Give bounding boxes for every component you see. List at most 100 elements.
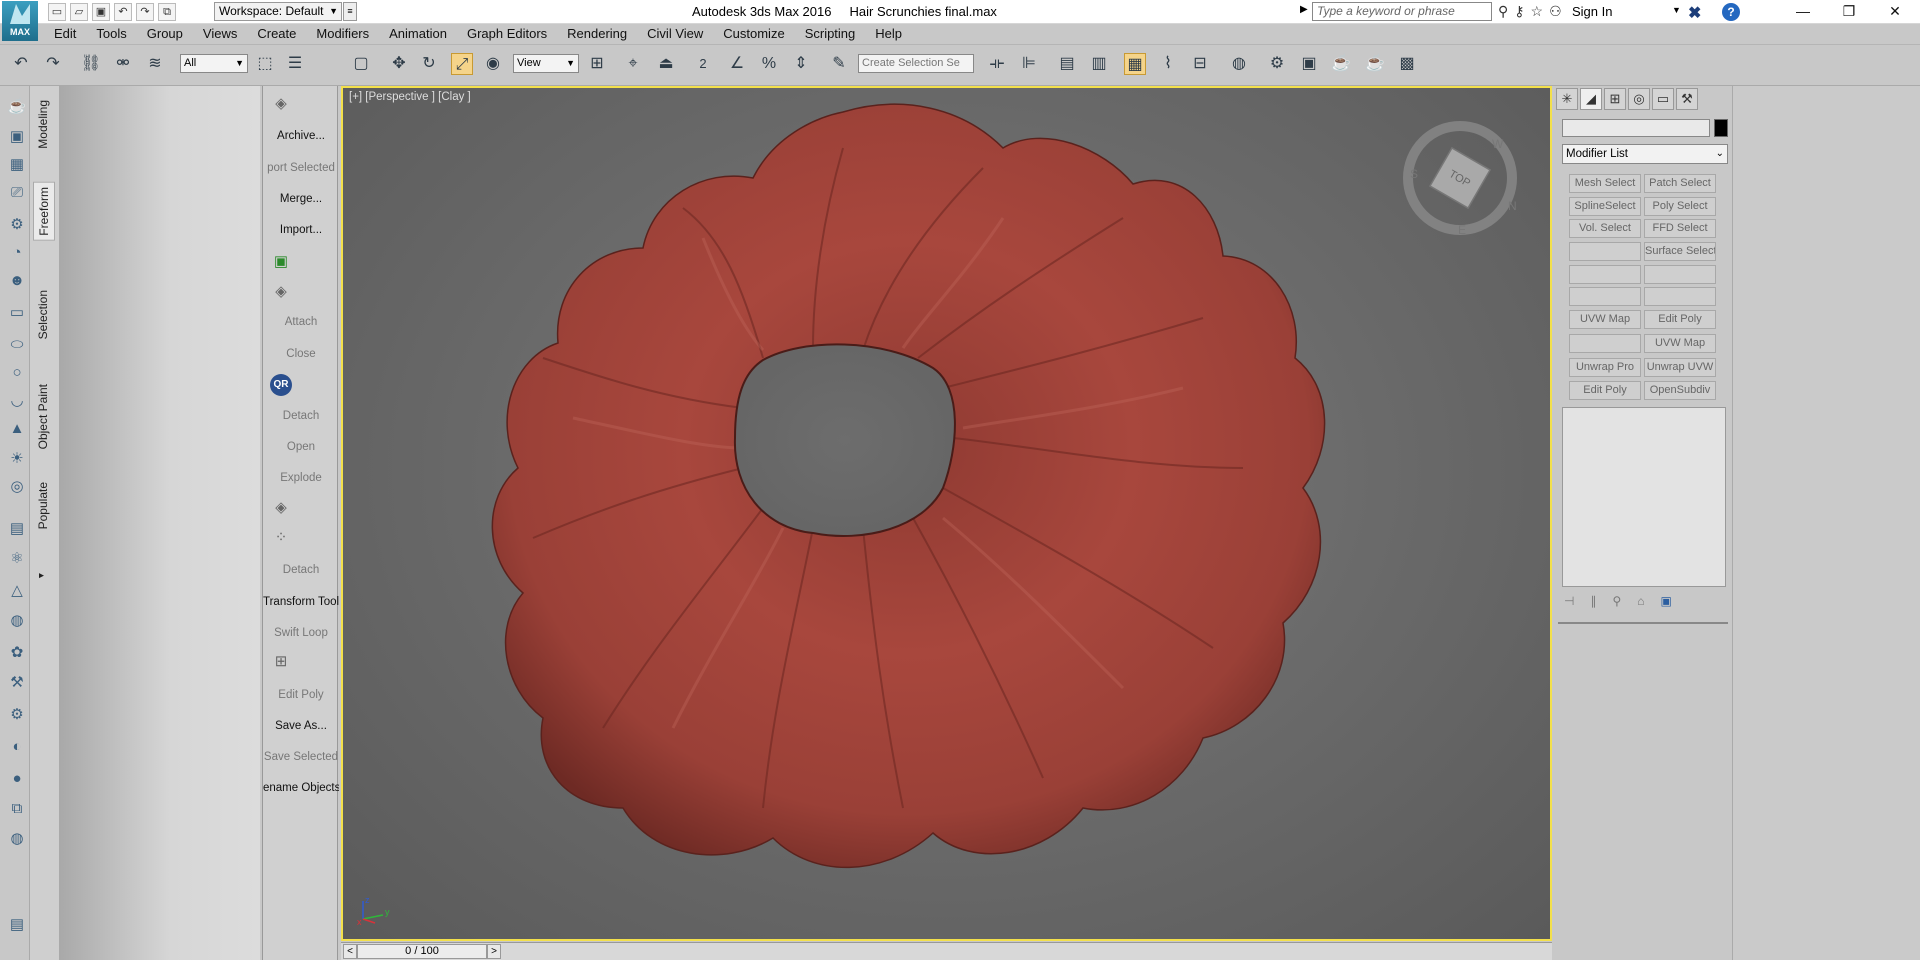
ffd-select-button[interactable]: FFD Select [1644, 219, 1716, 238]
empty-modifier-button[interactable] [1569, 242, 1641, 261]
close-button[interactable]: Close [263, 348, 339, 360]
attach-button[interactable]: Attach [263, 316, 339, 328]
undo-icon[interactable]: ↶ [114, 3, 132, 21]
pyramid-icon[interactable]: △ [6, 580, 28, 602]
sun-icon[interactable]: ☀ [6, 448, 28, 470]
archive-button[interactable]: Archive... [263, 130, 339, 142]
binoculars-icon[interactable]: ⚲ [1498, 3, 1508, 20]
globe-icon[interactable]: ◍ [6, 610, 28, 632]
render-icon[interactable]: ▣ [6, 126, 28, 148]
menu-rendering[interactable]: Rendering [557, 24, 637, 44]
empty-modifier-button[interactable] [1644, 287, 1716, 306]
modifier-stack[interactable] [1562, 407, 1726, 587]
material-icon[interactable]: ◍ [6, 828, 28, 850]
rename-objects-button[interactable]: ename Objects [263, 782, 339, 794]
undo-icon[interactable]: ↶ [10, 53, 32, 75]
menu-tools[interactable]: Tools [86, 24, 136, 44]
open-button[interactable]: Open [263, 441, 339, 453]
hierarchy-tab-icon[interactable]: ⊞ [1604, 88, 1626, 110]
place-icon[interactable]: ◉ [482, 53, 504, 75]
time-slider-thumb[interactable]: 0 / 100 [357, 944, 487, 959]
menu-group[interactable]: Group [137, 24, 193, 44]
select-and-rotate-icon[interactable]: ↻ [418, 53, 440, 75]
render-setup-small-icon[interactable]: ⧉ [6, 798, 28, 820]
align-icon[interactable]: ⊫ [1018, 53, 1040, 75]
favorites-star-icon[interactable]: ☆ [1531, 3, 1544, 20]
menu-scripting[interactable]: Scripting [795, 24, 866, 44]
workspace-dropdown[interactable]: Workspace: Default ▼ [214, 2, 342, 21]
menu-customize[interactable]: Customize [713, 24, 794, 44]
select-and-move-icon[interactable]: ✥ [388, 53, 410, 75]
mesh-select-button[interactable]: Mesh Select [1569, 174, 1641, 193]
target-icon[interactable]: ◎ [6, 476, 28, 498]
menu-civil-view[interactable]: Civil View [637, 24, 713, 44]
sign-in-button[interactable]: Sign In [1572, 4, 1612, 19]
edit-poly-button[interactable]: Edit Poly [263, 689, 339, 701]
spinner-snap-icon[interactable]: ⇕ [790, 53, 812, 75]
angle-snap-icon[interactable]: ∠ [726, 53, 748, 75]
exchange-apps-icon[interactable]: ✖ [1688, 3, 1701, 23]
select-by-name-icon[interactable]: ☰ [284, 53, 306, 75]
time-next-button[interactable]: > [487, 944, 501, 959]
shell-icon[interactable]: ◐ [6, 736, 28, 758]
circle-icon[interactable]: ○ [6, 362, 28, 384]
gear-cluster-icon[interactable]: ⚙ [6, 214, 28, 236]
export-selected-button[interactable]: port Selected [263, 162, 339, 174]
reference-coordinate-dropdown[interactable]: View ▼ [513, 54, 579, 73]
patch-select-button[interactable]: Patch Select [1644, 174, 1716, 193]
search-input[interactable]: Type a keyword or phrase [1312, 2, 1492, 21]
select-manipulate-icon[interactable]: ⌖ [622, 53, 644, 75]
save-selected-button[interactable]: Save Selected [263, 751, 339, 763]
teapot-icon[interactable]: ☕ [6, 96, 28, 118]
viewcube[interactable]: TOP W N S E [1400, 118, 1520, 238]
bucket-icon[interactable]: ◔ [6, 242, 28, 264]
unlink-icon[interactable]: ⚮ [112, 53, 134, 75]
pin-stack-icon[interactable]: ⊣ [1564, 594, 1574, 608]
empty-modifier-button[interactable] [1569, 265, 1641, 284]
cone-icon[interactable]: ▲ [6, 418, 28, 440]
add-object-icon[interactable]: ▣ [271, 252, 291, 272]
plant-icon[interactable]: ✿ [6, 642, 28, 664]
ellipse-icon[interactable]: ⬭ [6, 334, 28, 356]
edit-poly-modifier-button[interactable]: Edit Poly [1644, 310, 1716, 329]
show-end-result-icon[interactable]: ∥ [1590, 594, 1596, 608]
user-icon[interactable]: ⚇ [1549, 3, 1562, 20]
molecule-icon[interactable]: ⚛ [6, 548, 28, 570]
transform-tool-button[interactable]: Transform Tool [263, 596, 339, 608]
menu-help[interactable]: Help [865, 24, 912, 44]
project-folder-icon[interactable]: ⧉ [158, 3, 176, 21]
workspace-options-button[interactable]: ≡ [343, 2, 357, 21]
grid-icon[interactable]: ▦ [6, 154, 28, 176]
display-tab-icon[interactable]: ▭ [1652, 88, 1674, 110]
graphite-ribbon-icon[interactable]: ▦ [1124, 53, 1146, 75]
object-color-swatch[interactable] [1714, 119, 1728, 137]
select-object-icon[interactable]: ⬚ [254, 53, 276, 75]
chevron-down-icon[interactable]: ▼ [1672, 5, 1681, 15]
scrunchie-model[interactable] [343, 88, 1550, 939]
menu-graph-editors[interactable]: Graph Editors [457, 24, 557, 44]
scene-icon[interactable]: ▤ [6, 914, 28, 936]
sphere-icon[interactable]: ● [6, 768, 28, 790]
select-and-scale-icon[interactable]: ⤢ [451, 53, 473, 75]
redo-icon[interactable]: ↷ [42, 53, 64, 75]
mask-icon[interactable]: ☻ [6, 270, 28, 292]
uvw-map-button[interactable]: UVW Map [1569, 310, 1641, 329]
object-name-field[interactable] [1562, 119, 1710, 137]
empty-modifier-button[interactable] [1569, 334, 1641, 353]
selection-filter-dropdown[interactable]: All ▼ [180, 54, 248, 73]
perspective-viewport[interactable]: [+] [Perspective ] [Clay ] TOP W N S E z… [341, 86, 1552, 941]
tab-selection[interactable]: Selection [36, 290, 50, 339]
tab-modeling[interactable]: Modeling [36, 100, 50, 149]
render-setup-icon[interactable]: ⚙ [1266, 53, 1288, 75]
curve-editor-icon[interactable]: ⌇ [1157, 53, 1179, 75]
close-button[interactable]: ✕ [1872, 0, 1918, 24]
search-expand-icon[interactable]: ▶ [1300, 4, 1308, 15]
vol-select-button[interactable]: Vol. Select [1569, 219, 1641, 238]
menu-create[interactable]: Create [247, 24, 306, 44]
render-production-icon[interactable]: ☕ [1330, 53, 1352, 75]
empty-modifier-button[interactable] [1569, 287, 1641, 306]
plane-icon[interactable]: ▭ [6, 302, 28, 324]
snaps-toggle-icon[interactable]: 2 [692, 53, 714, 75]
import-button[interactable]: Import... [263, 224, 339, 236]
keyboard-shortcut-override-icon[interactable]: ⏏ [655, 53, 677, 75]
